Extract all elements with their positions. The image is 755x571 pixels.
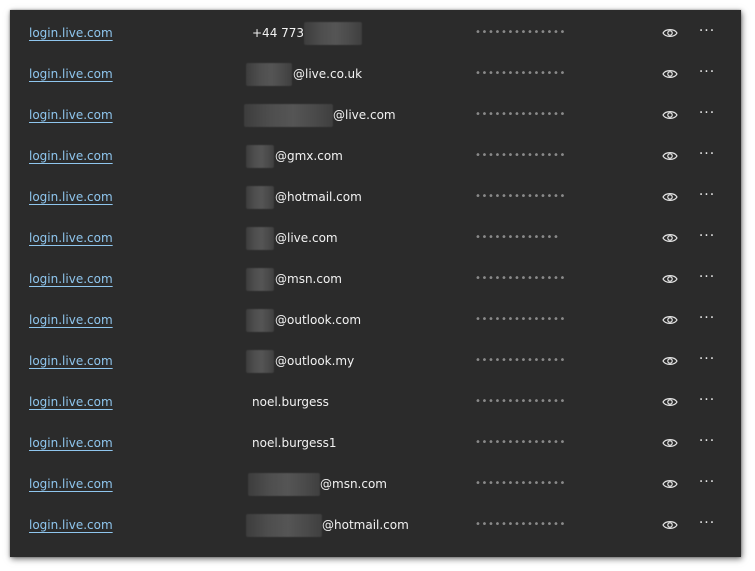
username-text: @outlook.com	[275, 313, 362, 327]
more-actions-button[interactable]: ···	[697, 391, 717, 409]
password-mask: ••••••••••••••	[475, 68, 566, 79]
site-link[interactable]: login.live.com	[29, 108, 113, 123]
eye-icon[interactable]	[662, 314, 678, 326]
site-link[interactable]: login.live.com	[29, 67, 113, 82]
password-row: login.live.com @live.co.uk •••••••••••••…	[10, 54, 741, 95]
redacted-area	[246, 63, 292, 86]
eye-icon[interactable]	[662, 478, 678, 490]
password-mask: ••••••••••••••	[475, 519, 566, 530]
more-actions-button[interactable]: ···	[697, 104, 717, 122]
password-mask: ••••••••••••••	[475, 314, 566, 325]
password-row: login.live.com @msn.com •••••••••••••• ·…	[10, 259, 741, 300]
redacted-area	[246, 268, 274, 291]
password-mask: ••••••••••••••	[475, 109, 566, 120]
username-text: @hotmail.com	[275, 190, 362, 204]
eye-icon[interactable]	[662, 68, 678, 80]
username-text: noel.burgess1	[252, 436, 337, 450]
site-link[interactable]: login.live.com	[29, 272, 113, 287]
more-actions-button[interactable]: ···	[697, 350, 717, 368]
password-row: login.live.com @outlook.com ••••••••••••…	[10, 300, 741, 341]
username-text: @live.com	[275, 231, 338, 245]
username-text: +44 7731	[252, 26, 312, 40]
eye-icon[interactable]	[662, 27, 678, 39]
password-mask: ••••••••••••••	[475, 437, 566, 448]
more-actions-button[interactable]: ···	[697, 63, 717, 81]
password-mask: •••••••••••••	[475, 232, 560, 243]
eye-icon[interactable]	[662, 150, 678, 162]
eye-icon[interactable]	[662, 519, 678, 531]
redacted-area	[246, 186, 274, 209]
eye-icon[interactable]	[662, 273, 678, 285]
site-link[interactable]: login.live.com	[29, 231, 113, 246]
site-link[interactable]: login.live.com	[29, 436, 113, 451]
password-row: login.live.com @hotmail.com ••••••••••••…	[10, 177, 741, 218]
redacted-area	[246, 309, 274, 332]
site-link[interactable]: login.live.com	[29, 354, 113, 369]
redacted-area	[246, 350, 274, 373]
eye-icon[interactable]	[662, 396, 678, 408]
site-link[interactable]: login.live.com	[29, 190, 113, 205]
password-mask: ••••••••••••••	[475, 273, 566, 284]
password-mask: ••••••••••••••	[475, 396, 566, 407]
password-mask: ••••••••••••••	[475, 27, 566, 38]
password-mask: ••••••••••••••	[475, 150, 566, 161]
redacted-area	[246, 514, 322, 537]
password-row: login.live.com noel.burgess ••••••••••••…	[10, 382, 741, 423]
redacted-area	[244, 104, 333, 127]
more-actions-button[interactable]: ···	[697, 186, 717, 204]
password-row: login.live.com @hotmail.com ••••••••••••…	[10, 505, 741, 546]
password-mask: ••••••••••••••	[475, 191, 566, 202]
more-actions-button[interactable]: ···	[697, 432, 717, 450]
more-actions-button[interactable]: ···	[697, 227, 717, 245]
username-text: @live.com	[333, 108, 396, 122]
more-actions-button[interactable]: ···	[697, 514, 717, 532]
site-link[interactable]: login.live.com	[29, 149, 113, 164]
site-link[interactable]: login.live.com	[29, 313, 113, 328]
saved-passwords-panel: login.live.com +44 7731 •••••••••••••• ·…	[10, 10, 741, 557]
password-row: login.live.com @gmx.com •••••••••••••• ·…	[10, 136, 741, 177]
username-text: noel.burgess	[252, 395, 329, 409]
username-text: @hotmail.com	[322, 518, 409, 532]
password-row: login.live.com @outlook.my •••••••••••••…	[10, 341, 741, 382]
site-link[interactable]: login.live.com	[29, 518, 113, 533]
username-text: @live.co.uk	[293, 67, 363, 81]
redacted-area	[246, 145, 274, 168]
username-text: @outlook.my	[275, 354, 355, 368]
password-row: login.live.com +44 7731 •••••••••••••• ·…	[10, 13, 741, 54]
password-list: login.live.com +44 7731 •••••••••••••• ·…	[10, 13, 741, 546]
redacted-area	[248, 473, 320, 496]
redacted-area	[304, 22, 362, 45]
redacted-area	[246, 227, 274, 250]
username-text: @msn.com	[320, 477, 387, 491]
password-row: login.live.com @live.com •••••••••••••• …	[10, 95, 741, 136]
more-actions-button[interactable]: ···	[697, 268, 717, 286]
eye-icon[interactable]	[662, 437, 678, 449]
site-link[interactable]: login.live.com	[29, 477, 113, 492]
more-actions-button[interactable]: ···	[697, 309, 717, 327]
password-mask: ••••••••••••••	[475, 478, 566, 489]
password-row: login.live.com noel.burgess1 •••••••••••…	[10, 423, 741, 464]
eye-icon[interactable]	[662, 232, 678, 244]
more-actions-button[interactable]: ···	[697, 145, 717, 163]
username-text: @msn.com	[275, 272, 342, 286]
password-row: login.live.com @msn.com •••••••••••••• ·…	[10, 464, 741, 505]
site-link[interactable]: login.live.com	[29, 395, 113, 410]
more-actions-button[interactable]: ···	[697, 22, 717, 40]
site-link[interactable]: login.live.com	[29, 26, 113, 41]
eye-icon[interactable]	[662, 191, 678, 203]
more-actions-button[interactable]: ···	[697, 473, 717, 491]
password-row: login.live.com @live.com ••••••••••••• ·…	[10, 218, 741, 259]
username-text: @gmx.com	[275, 149, 343, 163]
password-mask: ••••••••••••••	[475, 355, 566, 366]
eye-icon[interactable]	[662, 355, 678, 367]
eye-icon[interactable]	[662, 109, 678, 121]
